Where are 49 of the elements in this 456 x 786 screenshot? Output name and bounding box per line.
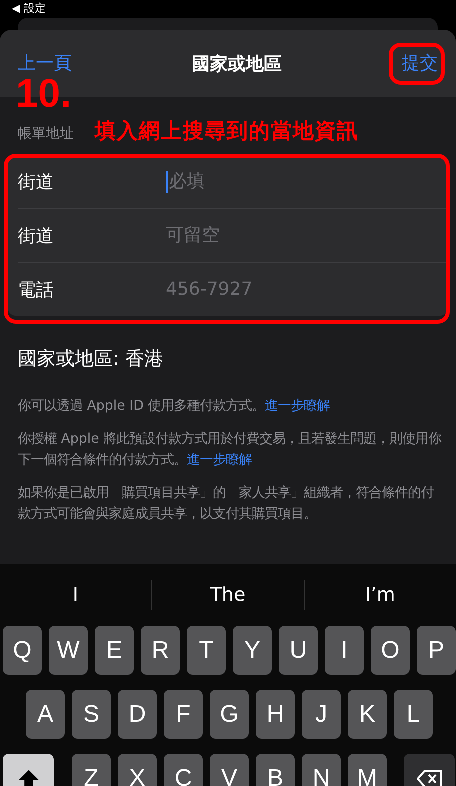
keyboard-key[interactable]: U [279, 626, 318, 675]
keyboard-key[interactable]: Y [233, 626, 272, 675]
section-header: 帳單地址 [18, 125, 74, 144]
keyboard-key[interactable]: G [210, 690, 249, 739]
delete-icon [416, 768, 442, 786]
keyboard-key[interactable]: K [348, 690, 387, 739]
notice-text: 你可以透過 Apple ID 使用多種付款方式。進一步瞭解 [18, 398, 332, 416]
keyboard-key[interactable]: Z [72, 754, 111, 786]
keyboard-key[interactable]: R [141, 626, 180, 675]
keyboard-key[interactable]: B [256, 754, 295, 786]
annotation-text: 填入網上搜尋到的當地資訊 [95, 118, 359, 145]
notice-text: 如果你是已啟用「購買項目共享」的「家人共享」組織者，符合條件的付款方式可能會與家庭成員共享，以支付其購買項目。 [18, 484, 435, 524]
submit-button[interactable]: 提交 [402, 50, 438, 76]
keyboard-key[interactable]: P [417, 626, 456, 675]
page-title: 國家或地區 [192, 52, 282, 76]
keyboard-key[interactable]: X [118, 754, 157, 786]
notice-text: 你授權 Apple 將此預設付款方式用於付費交易，且若發生問題，則使用你下一個符合條件的付款方式。進一步瞭解 [18, 430, 442, 470]
keyboard-key[interactable]: A [26, 690, 65, 739]
keyboard-key[interactable]: I [325, 626, 364, 675]
keyboard-key[interactable]: F [164, 690, 203, 739]
learn-more-link[interactable]: 進一步瞭解 [187, 453, 252, 468]
keyboard-key[interactable]: Q [3, 626, 42, 675]
input-field[interactable]: 必填 [169, 171, 369, 192]
keyboard-key[interactable]: D [118, 690, 157, 739]
learn-more-link[interactable]: 進一步瞭解 [265, 399, 330, 414]
keyboard-key[interactable]: H [256, 690, 295, 739]
keyboard-key[interactable]: C [164, 754, 203, 786]
back-to-settings-link[interactable]: ◀ 設定 [12, 2, 46, 14]
suggestion[interactable]: I’m [304, 584, 456, 606]
keyboard-key[interactable]: S [72, 690, 111, 739]
input-field[interactable]: 可留空 [166, 225, 366, 246]
field-label: 街道 [18, 170, 55, 194]
keyboard-key[interactable]: N [302, 754, 341, 786]
keyboard-key[interactable]: L [394, 690, 433, 739]
country-label: 國家或地區: 香港 [17, 347, 164, 372]
keyboard-key[interactable]: V [210, 754, 249, 786]
keyboard-key[interactable]: J [302, 690, 341, 739]
field-label: 街道 [18, 224, 55, 248]
keyboard-key[interactable]: T [187, 626, 226, 675]
keyboard-key[interactable]: O [371, 626, 410, 675]
suggestion[interactable]: I [0, 584, 152, 606]
highlight-frame [389, 43, 445, 85]
field-label: 電話 [18, 278, 55, 302]
shift-icon [18, 768, 40, 786]
suggestion[interactable]: The [152, 584, 304, 606]
input-field[interactable]: 456-7927 [166, 279, 366, 300]
keyboard-key[interactable]: W [49, 626, 88, 675]
keyboard-key[interactable]: E [95, 626, 134, 675]
keyboard-key[interactable]: M [348, 754, 387, 786]
